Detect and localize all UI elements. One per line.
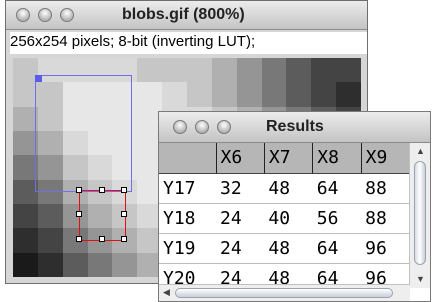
close-button[interactable] xyxy=(16,8,30,22)
selection-rectangle-red[interactable] xyxy=(79,190,126,241)
table-cell: 32 xyxy=(216,173,265,204)
pixel xyxy=(187,82,212,107)
pixel xyxy=(336,58,361,83)
scroll-down-arrow-icon[interactable]: ▼ xyxy=(416,275,425,284)
pixel xyxy=(137,58,163,83)
image-window-title: blobs.gif (800%) xyxy=(122,6,245,23)
results-window: Results X6 X7 X8 X9 Y17 32 48 64 88 Y18 … xyxy=(158,111,431,302)
table-corner-cell xyxy=(159,143,217,174)
pixel xyxy=(236,58,262,83)
pixel xyxy=(62,252,88,277)
table-cell: 24 xyxy=(216,203,265,234)
pixel xyxy=(286,82,312,107)
horizontal-scroll-thumb[interactable] xyxy=(175,288,393,298)
pixel xyxy=(187,58,212,83)
table-cell: 88 xyxy=(361,203,410,234)
image-window-titlebar[interactable]: blobs.gif (800%) xyxy=(6,1,367,30)
close-button[interactable] xyxy=(173,120,187,134)
roi-handle[interactable] xyxy=(76,211,82,217)
scroll-up-arrow-icon[interactable]: ▲ xyxy=(416,147,425,156)
table-cell: 48 xyxy=(264,233,313,264)
pixel xyxy=(311,82,337,107)
pixel xyxy=(211,82,237,107)
roi-handle[interactable] xyxy=(121,236,127,242)
pixel xyxy=(37,228,63,253)
table-cell: 64 xyxy=(312,173,362,204)
table-row[interactable]: Y19 24 48 64 96 xyxy=(159,233,410,264)
table-row[interactable]: Y18 24 40 56 88 xyxy=(159,203,410,234)
table-cell: 40 xyxy=(264,203,313,234)
zoom-button[interactable] xyxy=(60,8,74,22)
table-cell: 64 xyxy=(312,233,362,264)
vertical-scrollbar[interactable]: ▲ ▼ xyxy=(409,143,430,288)
column-header[interactable]: X9 xyxy=(361,143,411,174)
table-cell: 96 xyxy=(361,233,410,264)
pixel xyxy=(286,58,312,83)
roi-handle[interactable] xyxy=(121,211,127,217)
roi-handle[interactable] xyxy=(121,187,127,193)
horizontal-scrollbar[interactable]: ◀ xyxy=(159,284,410,301)
pixel xyxy=(211,58,237,83)
table-cell: 56 xyxy=(312,203,362,234)
table-header-row: X6 X7 X8 X9 xyxy=(159,143,411,174)
pixel xyxy=(13,204,38,229)
selection-rectangle-blue[interactable] xyxy=(35,75,132,192)
table-cell: 48 xyxy=(264,173,313,204)
pixel xyxy=(261,82,287,107)
roi-handle[interactable] xyxy=(76,187,82,193)
table-cell: 88 xyxy=(361,173,410,204)
column-header[interactable]: X6 xyxy=(216,143,265,174)
row-label: Y18 xyxy=(159,203,216,234)
results-table: X6 X7 X8 X9 Y17 32 48 64 88 Y18 24 40 56… xyxy=(159,143,411,294)
pixel xyxy=(162,58,187,83)
pixel xyxy=(336,82,361,107)
pixel xyxy=(13,228,38,253)
results-window-title: Results xyxy=(266,118,324,135)
pixel xyxy=(261,58,287,83)
table-row[interactable]: Y17 32 48 64 88 xyxy=(159,173,410,204)
pixel xyxy=(13,252,38,277)
selection-handle-blue[interactable] xyxy=(35,75,42,82)
roi-handle[interactable] xyxy=(99,187,105,193)
row-label: Y17 xyxy=(159,173,216,204)
roi-handle[interactable] xyxy=(76,236,82,242)
table-cell: 24 xyxy=(216,233,265,264)
minimize-button[interactable] xyxy=(195,120,209,134)
zoom-button[interactable] xyxy=(217,120,231,134)
vertical-scroll-thumb[interactable] xyxy=(414,161,426,265)
pixel xyxy=(37,204,63,229)
column-header[interactable]: X7 xyxy=(264,143,314,174)
roi-handle[interactable] xyxy=(99,236,105,242)
pixel xyxy=(87,252,113,277)
pixel xyxy=(162,82,187,107)
row-label: Y19 xyxy=(159,233,216,264)
minimize-button[interactable] xyxy=(38,8,52,22)
pixel xyxy=(311,58,337,83)
column-header[interactable]: X8 xyxy=(312,143,362,174)
pixel xyxy=(112,252,138,277)
pixel xyxy=(236,82,262,107)
scroll-left-arrow-icon[interactable]: ◀ xyxy=(163,288,170,297)
results-window-titlebar[interactable]: Results xyxy=(159,112,430,143)
pixel xyxy=(37,252,63,277)
image-info-text: 256x254 pixels; 8-bit (inverting LUT); xyxy=(10,32,367,54)
pixel xyxy=(137,82,163,107)
